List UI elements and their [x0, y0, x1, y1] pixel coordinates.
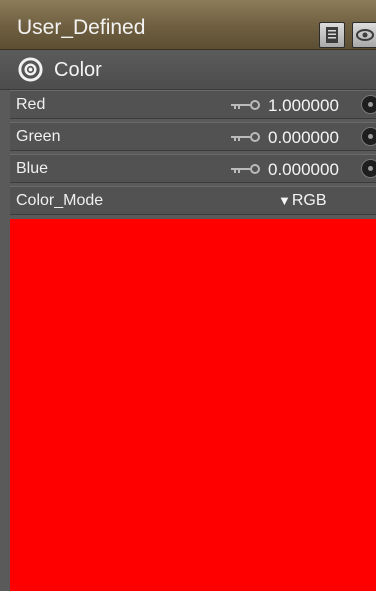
eye-toggle-icon[interactable] [17, 56, 44, 83]
property-label: Color_Mode [16, 192, 104, 209]
property-label: Green [16, 128, 61, 145]
color-swatch [10, 219, 376, 591]
view-button[interactable] [352, 22, 376, 48]
keyframe-key-icon[interactable] [230, 162, 261, 176]
color-mode-dropdown[interactable]: ▼RGB [278, 192, 327, 210]
keyframe-key-icon[interactable] [230, 130, 261, 144]
window-title: User_Defined [17, 16, 146, 39]
dial-knob-icon[interactable] [361, 159, 376, 178]
property-label: Red [16, 96, 46, 113]
menu-button[interactable] [319, 22, 345, 48]
eye-icon [356, 29, 374, 41]
property-row-blue[interactable]: Blue 0.000000 [10, 154, 376, 183]
property-row-green[interactable]: Green 0.000000 [10, 122, 376, 151]
triangle-down-icon: ▼ [278, 193, 291, 208]
property-row-color-mode[interactable]: Color_Mode ▼RGB [10, 186, 376, 215]
property-label: Blue [16, 160, 49, 177]
color-section-header[interactable]: Color [0, 51, 376, 90]
keyframe-key-icon[interactable] [230, 98, 261, 112]
property-row-red[interactable]: Red 1.000000 [10, 90, 376, 119]
dial-knob-icon[interactable] [361, 127, 376, 146]
title-bar: User_Defined [0, 0, 376, 50]
section-label: Color [54, 59, 102, 81]
property-value[interactable]: 1.000000 [268, 96, 339, 115]
list-menu-icon [326, 27, 338, 43]
property-value[interactable]: 0.000000 [268, 128, 339, 147]
color-mode-value: RGB [291, 192, 327, 209]
property-value[interactable]: 0.000000 [268, 160, 339, 179]
dial-knob-icon[interactable] [361, 95, 376, 114]
